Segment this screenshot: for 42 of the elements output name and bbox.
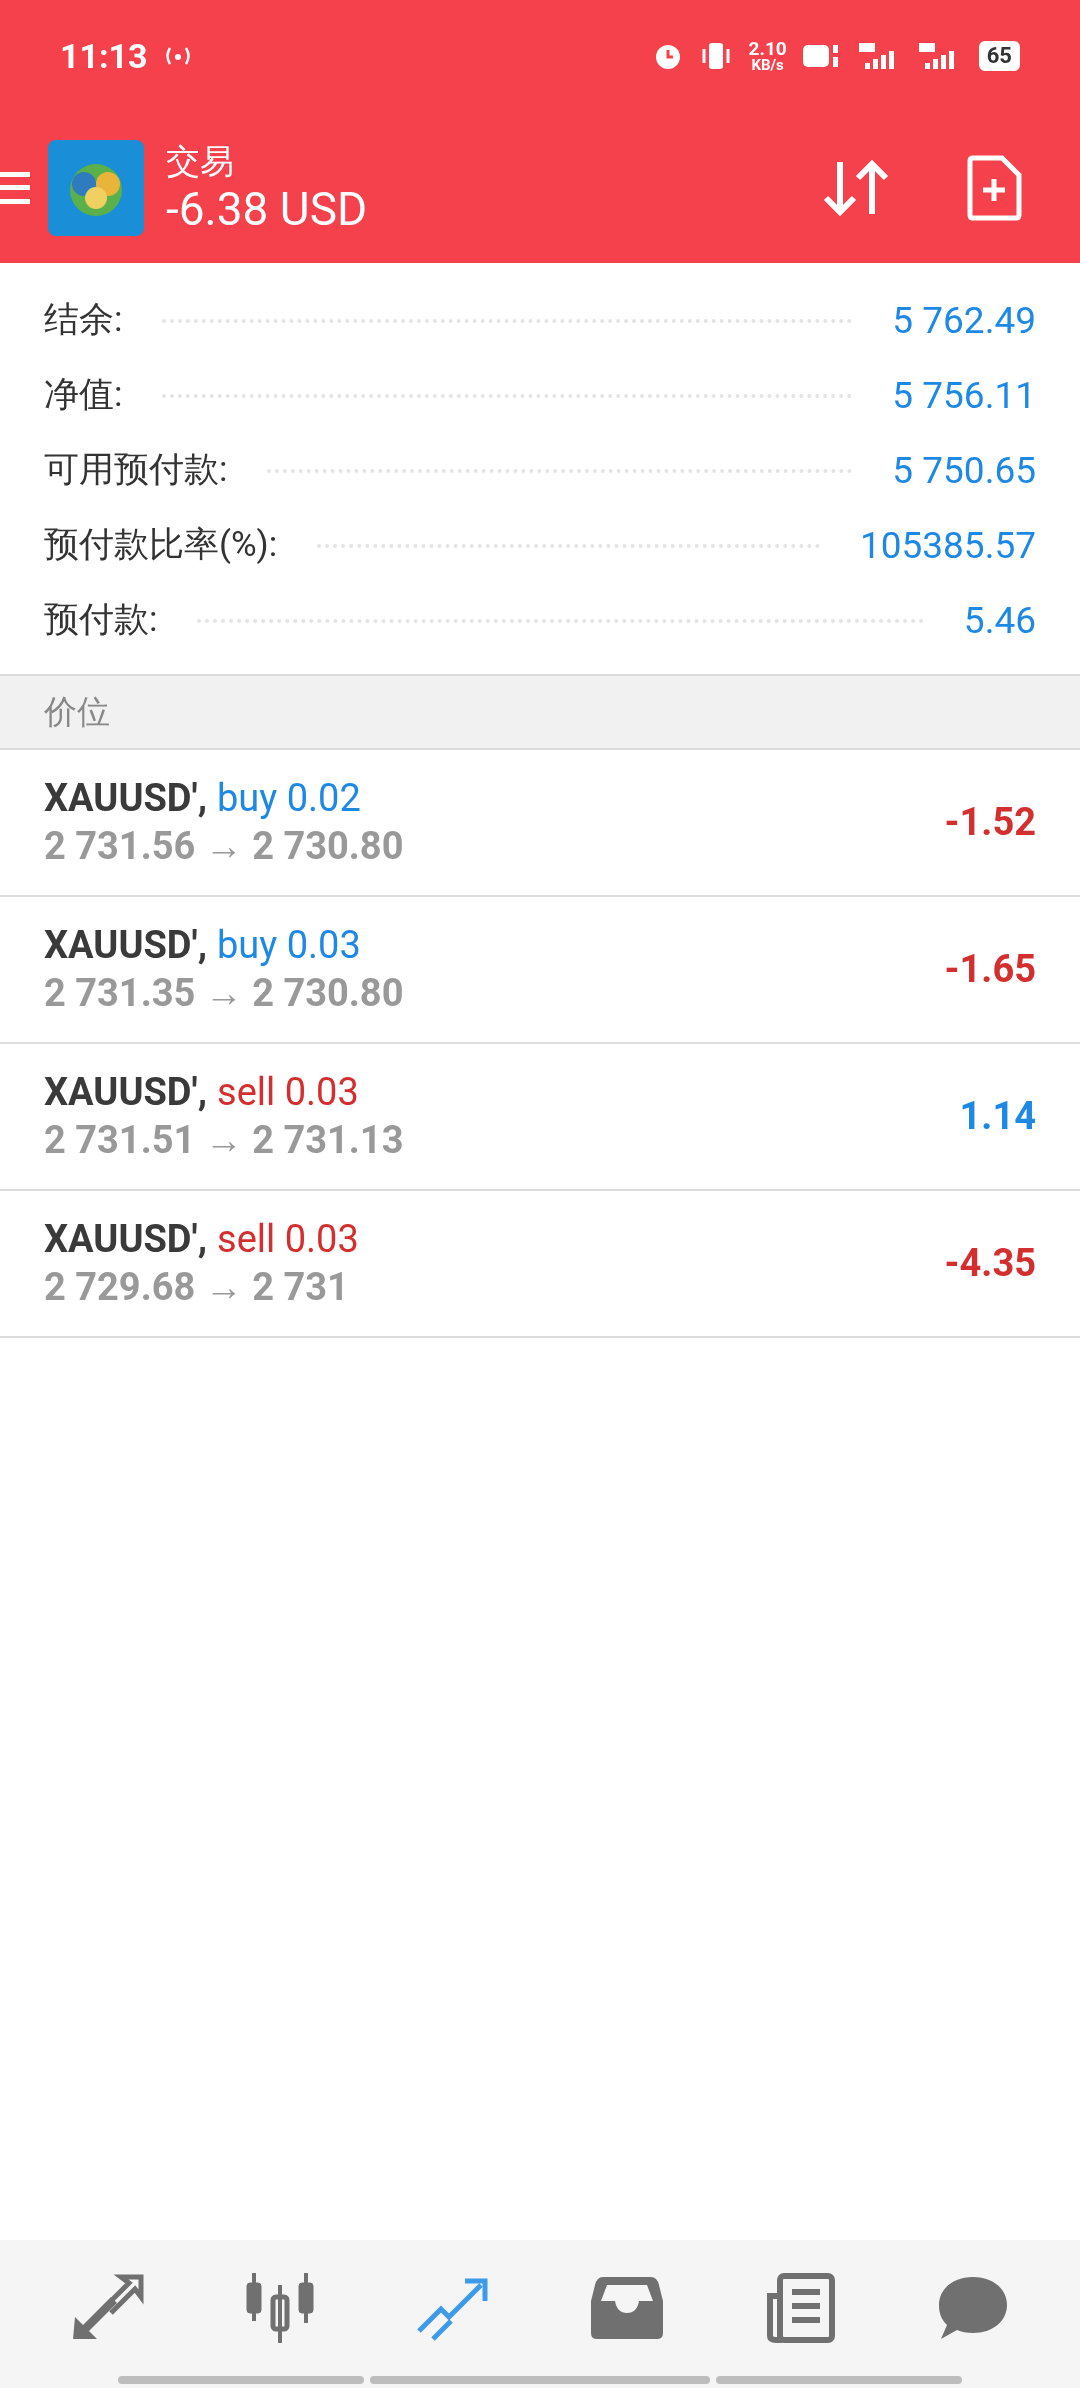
account-label: 预付款: xyxy=(44,598,158,643)
network-speed: 2.10 xyxy=(748,39,787,58)
account-label: 预付款比率(%): xyxy=(44,523,278,568)
price-change: 2 731.35 → 2 730.80 xyxy=(44,969,404,1017)
symbol-name: XAUUSD', xyxy=(44,922,207,969)
position-row[interactable]: XAUUSD', sell 0.03 2 731.51 → 2 731.13 1.14 xyxy=(0,1044,1080,1191)
symbol-name: XAUUSD', xyxy=(44,1069,207,1116)
position-profit: -1.52 xyxy=(944,799,1036,846)
sort-arrows-icon xyxy=(822,157,890,218)
floating-profit: -6.38 USD xyxy=(166,185,368,232)
chat-bubble-icon xyxy=(937,2275,1010,2341)
price-change: 2 729.68 → 2 731 xyxy=(44,1263,350,1311)
order-type: sell 0.03 xyxy=(217,1069,359,1116)
add-document-icon xyxy=(966,154,1022,221)
app-logo-icon xyxy=(48,139,144,236)
order-type: buy 0.02 xyxy=(217,775,361,822)
order-type: sell 0.03 xyxy=(217,1216,359,1263)
symbol-name: XAUUSD', xyxy=(44,1216,207,1263)
account-label: 净值: xyxy=(44,373,123,418)
account-value: 5 750.65 xyxy=(892,447,1036,494)
account-value: 5 762.49 xyxy=(892,297,1036,344)
speed-unit: KB/s xyxy=(751,58,784,73)
screen-title: 交易 xyxy=(166,143,235,178)
section-title: 价位 xyxy=(44,691,110,734)
position-profit: -4.35 xyxy=(944,1240,1036,1287)
price-change: 2 731.56 → 2 730.80 xyxy=(44,822,404,870)
account-value: 5.46 xyxy=(963,597,1036,644)
account-label: 结余: xyxy=(44,298,123,343)
price-change: 2 731.51 → 2 731.13 xyxy=(44,1116,404,1164)
account-value: 105385.57 xyxy=(859,522,1036,569)
position-row[interactable]: XAUUSD', sell 0.03 2 729.68 → 2 731 -4.35 xyxy=(0,1191,1080,1338)
battery-level: 65 xyxy=(978,41,1020,71)
order-type: buy 0.03 xyxy=(217,922,361,969)
account-value: 5 756.11 xyxy=(892,372,1036,419)
account-label: 可用预付款: xyxy=(44,448,228,493)
position-profit: 1.14 xyxy=(959,1093,1036,1140)
position-row[interactable]: XAUUSD', buy 0.02 2 731.56 → 2 730.80 -1.52 xyxy=(0,750,1080,897)
position-profit: -1.65 xyxy=(944,946,1036,993)
inbox-icon xyxy=(590,2275,663,2341)
symbol-name: XAUUSD', xyxy=(44,775,207,822)
clock-time: 11:13 xyxy=(60,34,148,78)
position-row[interactable]: XAUUSD', buy 0.03 2 731.35 → 2 730.80 -1.65 xyxy=(0,897,1080,1044)
